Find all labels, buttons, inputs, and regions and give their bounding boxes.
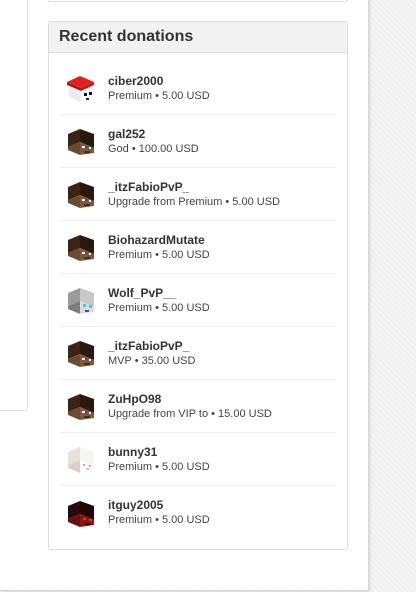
donation-package: Upgrade from Premium	[108, 195, 223, 208]
donor-username[interactable]: Wolf_PvP__	[108, 285, 210, 301]
donor-username[interactable]: ciber2000	[108, 73, 210, 89]
donation-item: BiohazardMutate Premium • 5.00 USD	[60, 221, 336, 274]
red-hat-skin-icon[interactable]	[66, 73, 96, 103]
wolf-skin-icon[interactable]	[66, 285, 96, 315]
donation-info: Wolf_PvP__ Premium • 5.00 USD	[108, 285, 210, 316]
donation-package: MVP	[108, 354, 132, 367]
donation-package: Premium	[108, 248, 153, 261]
donor-username[interactable]: BiohazardMutate	[108, 232, 210, 248]
donation-package: Premium	[108, 89, 153, 102]
bullet-separator: •	[152, 460, 162, 473]
donation-item: _itzFabioPvP_ Upgrade from Premium • 5.00…	[60, 168, 336, 221]
donation-info: itguy2005 Premium • 5.00 USD	[108, 497, 210, 528]
donation-detail: Upgrade from VIP to • 15.00 USD	[108, 407, 272, 422]
donation-item: _itzFabioPvP_ MVP • 35.00 USD	[60, 327, 336, 380]
donor-username[interactable]: _itzFabioPvP_	[108, 179, 280, 195]
donation-detail: Premium • 5.00 USD	[108, 460, 210, 475]
steve-skin-icon[interactable]	[66, 179, 96, 209]
donation-amount: 5.00 USD	[161, 460, 210, 473]
donation-info: ZuHpO98 Upgrade from VIP to • 15.00 USD	[108, 391, 272, 422]
bullet-separator: •	[152, 301, 162, 314]
donation-list: ciber2000 Premium • 5.00 USD gal252 God • 1…	[49, 53, 347, 539]
donation-item: gal252 God • 100.00 USD	[60, 115, 336, 168]
bullet-separator: •	[222, 195, 233, 208]
donation-package: Premium	[108, 514, 153, 526]
donation-info: gal252 God • 100.00 USD	[108, 126, 199, 157]
donation-item: ZuHpO98 Upgrade from VIP to • 15.00 USD	[60, 380, 336, 433]
bullet-separator: •	[128, 142, 139, 155]
donation-amount: 100.00 USD	[138, 142, 199, 155]
donation-info: BiohazardMutate Premium • 5.00 USD	[108, 232, 210, 263]
donation-item: Wolf_PvP__ Premium • 5.00 USD	[60, 274, 336, 327]
bullet-separator: •	[152, 248, 162, 261]
donation-package: God	[108, 142, 129, 155]
donation-item: itguy2005 Premium • 5.00 USD	[60, 486, 336, 539]
donation-amount: 15.00 USD	[218, 407, 272, 420]
left-content-box	[0, 0, 28, 411]
bullet-separator: •	[208, 407, 219, 420]
donation-detail: Upgrade from Premium • 5.00 USD	[108, 195, 280, 210]
donation-detail: Premium • 5.00 USD	[108, 89, 210, 104]
dark-red-skin-icon[interactable]	[66, 498, 96, 528]
bullet-separator: •	[131, 354, 142, 367]
steve-skin-icon[interactable]	[66, 232, 96, 262]
donor-username[interactable]: ZuHpO98	[108, 391, 272, 407]
donation-detail: MVP • 35.00 USD	[108, 354, 195, 369]
donor-username[interactable]: itguy2005	[108, 497, 210, 513]
donation-item: ciber2000 Premium • 5.00 USD	[60, 62, 336, 115]
donation-amount: 5.00 USD	[161, 301, 210, 314]
donation-amount: 5.00 USD	[232, 195, 280, 208]
donor-username[interactable]: _itzFabioPvP_	[108, 338, 195, 354]
bullet-separator: •	[152, 514, 162, 526]
donation-info: bunny31 Premium • 5.00 USD	[108, 444, 210, 475]
donation-amount: 5.00 USD	[161, 248, 210, 261]
donor-username[interactable]: bunny31	[108, 444, 210, 460]
donation-amount: 5.00 USD	[161, 514, 210, 526]
donor-username[interactable]: gal252	[108, 126, 199, 142]
panel-title: Recent donations	[59, 28, 194, 45]
steve-skin-icon[interactable]	[66, 338, 96, 368]
donation-package: Premium	[108, 301, 153, 314]
bunny-skin-icon[interactable]	[66, 444, 96, 474]
donation-amount: 35.00 USD	[141, 354, 196, 367]
donation-detail: Premium • 5.00 USD	[108, 248, 210, 263]
donation-detail: Premium • 5.00 USD	[108, 301, 210, 316]
donation-detail: God • 100.00 USD	[108, 142, 199, 157]
donation-package: Upgrade from VIP to	[108, 407, 209, 420]
donation-info: _itzFabioPvP_ Upgrade from Premium • 5.00…	[108, 179, 280, 210]
donation-info: _itzFabioPvP_ MVP • 35.00 USD	[108, 338, 195, 369]
donation-detail: Premium • 5.00 USD	[108, 513, 210, 528]
recent-donations-panel: Recent donations ciber2000 Premium • 5.00…	[48, 21, 348, 550]
donation-item: bunny31 Premium • 5.00 USD	[60, 433, 336, 486]
steve-skin-icon[interactable]	[66, 391, 96, 421]
panel-header: Recent donations	[49, 22, 347, 53]
steve-skin-icon[interactable]	[66, 126, 96, 156]
donation-info: ciber2000 Premium • 5.00 USD	[108, 73, 210, 104]
top-sidebar-box	[48, 0, 348, 2]
donation-amount: 5.00 USD	[161, 89, 210, 102]
bullet-separator: •	[152, 89, 162, 102]
donation-package: Premium	[108, 460, 153, 473]
